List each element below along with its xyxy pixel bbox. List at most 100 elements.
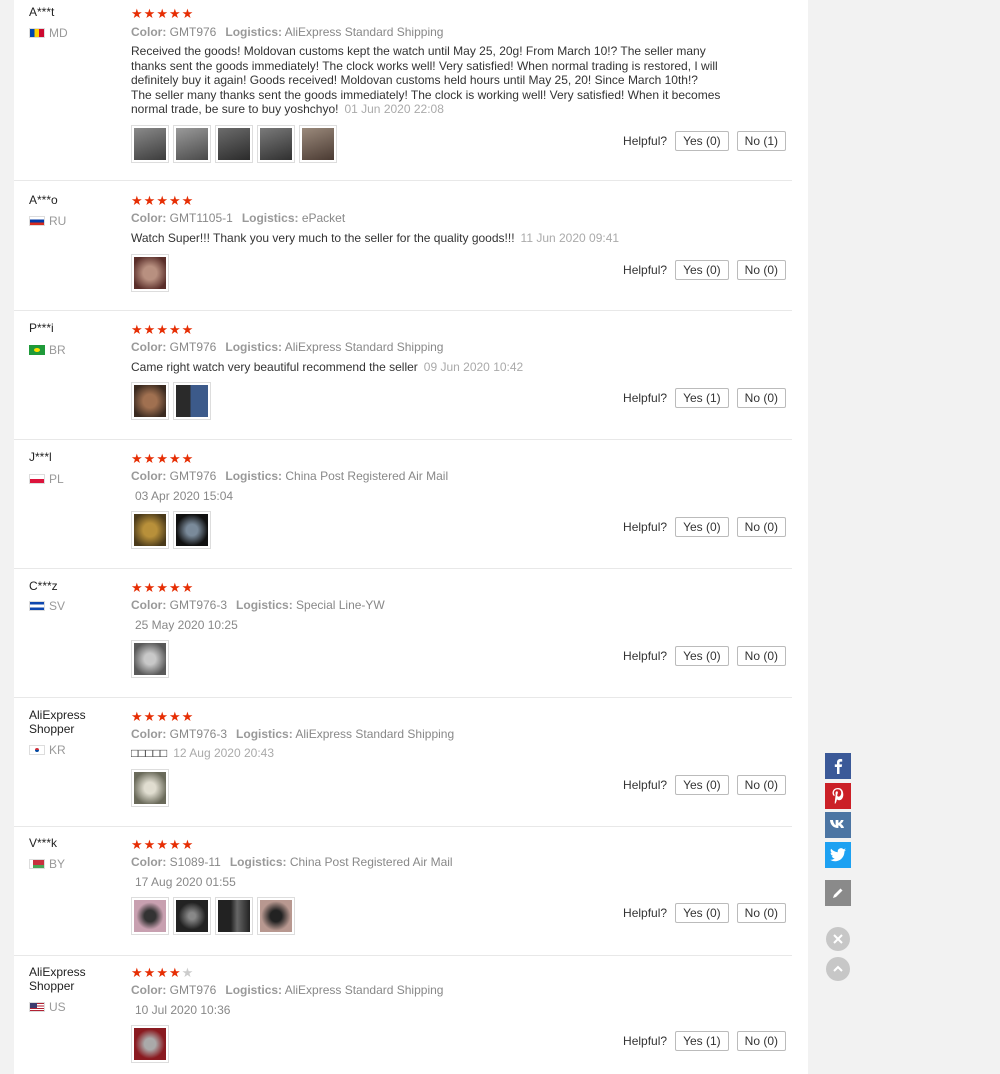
color-label: Color: — [131, 25, 167, 39]
flag-by-icon — [29, 859, 45, 869]
review-meta: Color: GMT976 Logistics: AliExpress Stand… — [131, 25, 443, 39]
review-photo[interactable] — [215, 125, 253, 163]
star-filled-icon: ★ — [131, 451, 144, 466]
review-photo[interactable] — [131, 1025, 169, 1063]
review-photo[interactable] — [131, 511, 169, 549]
close-icon — [833, 934, 843, 944]
helpful-no-button[interactable]: No (1) — [736, 131, 786, 151]
review-photo[interactable] — [173, 511, 211, 549]
star-filled-icon: ★ — [181, 580, 195, 595]
review-date: 17 Aug 2020 01:55 — [135, 875, 236, 889]
review-photo[interactable] — [215, 897, 253, 935]
edit-button[interactable] — [825, 880, 851, 906]
review-photo[interactable] — [257, 125, 295, 163]
flag-kr-icon — [29, 745, 45, 755]
review-photo[interactable] — [131, 897, 169, 935]
star-filled-icon: ★ — [131, 580, 144, 595]
reviewer-country: KR — [29, 743, 66, 757]
star-filled-icon: ★ — [143, 451, 157, 466]
star-filled-icon: ★ — [181, 451, 195, 466]
star-filled-icon: ★ — [168, 322, 182, 337]
reviewer-name: V***k — [29, 836, 58, 850]
review-date: 12 Aug 2020 20:43 — [173, 746, 275, 760]
reviewer-country: SV — [29, 599, 65, 613]
flag-us-icon — [29, 1002, 45, 1012]
review-photo[interactable] — [173, 897, 211, 935]
reviewer-country: US — [29, 1000, 66, 1014]
star-filled-icon: ★ — [181, 322, 195, 337]
helpful-yes-button[interactable]: Yes (1) — [675, 1031, 729, 1051]
helpful-label: Helpful? — [623, 134, 668, 148]
helpful-yes-button[interactable]: Yes (0) — [675, 903, 729, 923]
color-value: GMT976 — [169, 983, 217, 997]
color-value: GMT976 — [169, 25, 217, 39]
reviewer-name: C***z — [29, 579, 58, 593]
helpful-no-button[interactable]: No (0) — [736, 646, 786, 666]
scroll-to-top-button[interactable] — [826, 957, 850, 981]
vk-share-button[interactable] — [825, 812, 851, 838]
star-rating: ★★★★★ — [131, 710, 194, 723]
helpful-no-button[interactable]: No (0) — [736, 903, 786, 923]
helpful-no-button[interactable]: No (0) — [736, 517, 786, 537]
review-photo[interactable] — [131, 640, 169, 678]
pencil-icon — [833, 888, 843, 898]
helpful-no-button[interactable]: No (0) — [736, 1031, 786, 1051]
helpful-yes-button[interactable]: Yes (0) — [675, 131, 729, 151]
helpful-no-button[interactable]: No (0) — [736, 775, 786, 795]
helpful-yes-button[interactable]: Yes (0) — [675, 260, 729, 280]
pinterest-share-button[interactable] — [825, 783, 851, 809]
review-date: 25 May 2020 10:25 — [135, 618, 238, 632]
review-photo[interactable] — [173, 125, 211, 163]
review-photo[interactable] — [131, 125, 169, 163]
reviewer-country: BY — [29, 857, 65, 871]
close-button[interactable] — [826, 927, 850, 951]
country-code: PL — [49, 472, 64, 486]
helpful-no-button[interactable]: No (0) — [736, 260, 786, 280]
star-filled-icon: ★ — [181, 6, 195, 21]
country-code: MD — [49, 26, 68, 40]
logistics-value: AliExpress Standard Shipping — [284, 340, 444, 354]
color-value: S1089-11 — [169, 855, 221, 869]
logistics-value: Special Line-YW — [296, 598, 385, 612]
star-filled-icon: ★ — [181, 709, 195, 724]
helpful-yes-button[interactable]: Yes (0) — [675, 775, 729, 795]
reviewer-name: P***i — [29, 321, 54, 335]
helpful-label: Helpful? — [623, 906, 668, 920]
review-photo[interactable] — [131, 254, 169, 292]
twitter-icon — [830, 848, 846, 862]
color-label: Color: — [131, 983, 167, 997]
color-value: GMT1105-1 — [169, 211, 233, 225]
review-meta: Color: GMT976-3 Logistics: Special Line-Y… — [131, 598, 385, 612]
star-rating: ★★★★★ — [131, 581, 194, 594]
helpful-yes-button[interactable]: Yes (1) — [675, 388, 729, 408]
helpful-yes-button[interactable]: Yes (0) — [675, 646, 729, 666]
helpful-vote: Helpful? Yes (0) No (1) — [623, 131, 786, 151]
helpful-no-button[interactable]: No (0) — [736, 388, 786, 408]
logistics-value: AliExpress Standard Shipping — [284, 983, 444, 997]
star-filled-icon: ★ — [181, 837, 195, 852]
helpful-yes-button[interactable]: Yes (0) — [675, 517, 729, 537]
flag-md-icon — [29, 28, 45, 38]
review-meta: Color: GMT976 Logistics: AliExpress Stand… — [131, 340, 443, 354]
color-value: GMT976 — [169, 469, 217, 483]
color-value: GMT976 — [169, 340, 217, 354]
review-photo[interactable] — [257, 897, 295, 935]
twitter-share-button[interactable] — [825, 842, 851, 868]
flag-ru-icon — [29, 216, 45, 226]
review-photo[interactable] — [299, 125, 337, 163]
review-meta: Color: GMT976 Logistics: China Post Regis… — [131, 469, 448, 483]
star-filled-icon: ★ — [156, 965, 169, 980]
star-filled-icon: ★ — [168, 580, 182, 595]
color-label: Color: — [131, 340, 167, 354]
review-body: □□□□□ — [131, 746, 168, 760]
review-meta: Color: GMT976-3 Logistics: AliExpress Sta… — [131, 727, 454, 741]
color-label: Color: — [131, 469, 167, 483]
review-photo[interactable] — [131, 382, 169, 420]
star-filled-icon: ★ — [181, 193, 195, 208]
facebook-share-button[interactable] — [825, 753, 851, 779]
star-filled-icon: ★ — [131, 193, 144, 208]
review-photo[interactable] — [173, 382, 211, 420]
review-meta: Color: GMT1105-1 Logistics: ePacket — [131, 211, 345, 225]
review-photo[interactable] — [131, 769, 169, 807]
helpful-vote: Helpful? Yes (0) No (0) — [623, 903, 786, 923]
